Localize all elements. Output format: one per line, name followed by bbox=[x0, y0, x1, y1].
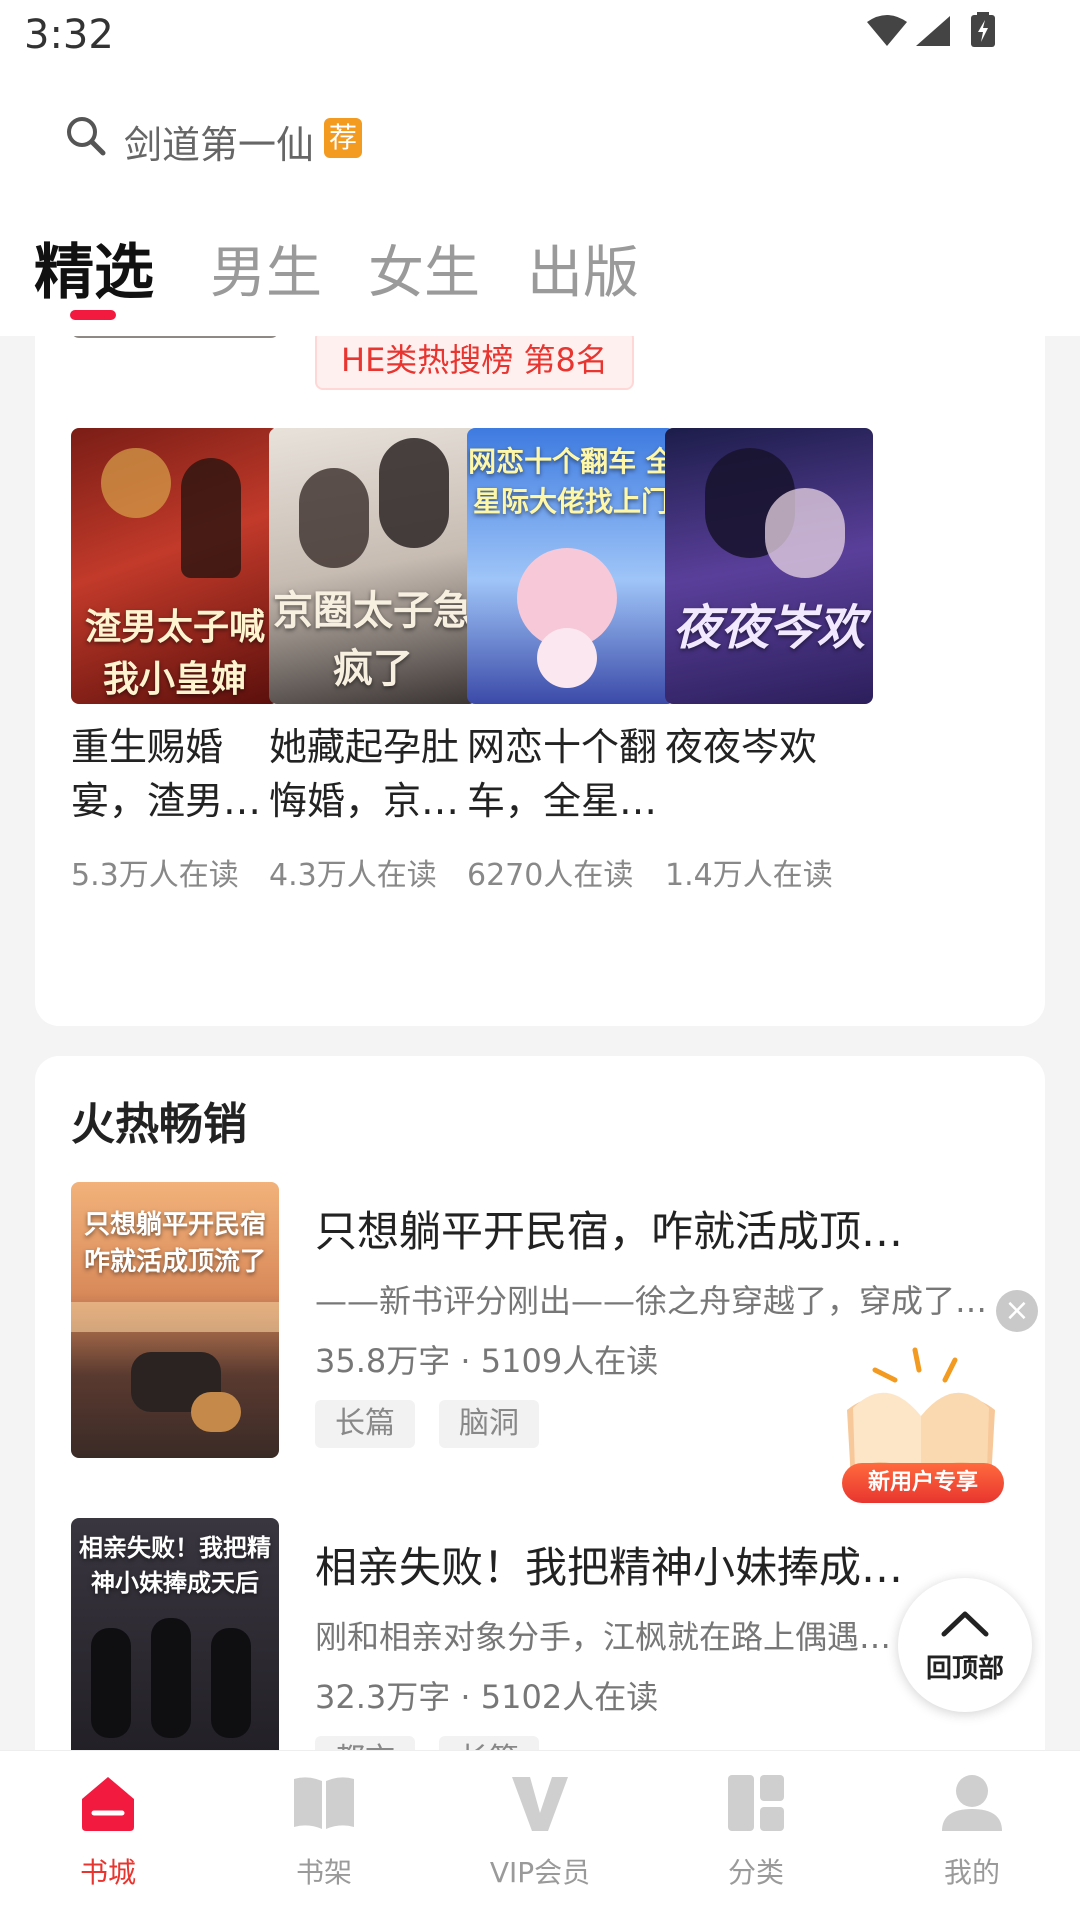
list-item[interactable]: 相亲失败！我把精神小妹捧成天后 相亲失败！我把精神小妹捧成… 刚和相亲对象分手，… bbox=[71, 1518, 1031, 1750]
content-scroll-area[interactable]: HE类热搜榜 第8名 渣男太子喊我小皇婶 重生赐婚宴，渣男… 5.3万人在读 京… bbox=[0, 336, 1080, 1750]
tab-indicator bbox=[70, 310, 116, 320]
recommend-card: HE类热搜榜 第8名 渣男太子喊我小皇婶 重生赐婚宴，渣男… 5.3万人在读 京… bbox=[35, 336, 1045, 1026]
bookstore-icon bbox=[82, 1777, 134, 1831]
back-to-top-button[interactable]: 回顶部 bbox=[898, 1578, 1032, 1712]
book-title: 只想躺平开民宿，咋就活成顶… bbox=[315, 1207, 904, 1256]
book-meta: 35.8万字 · 5109人在读 bbox=[315, 1342, 659, 1380]
cover-title: 只想躺平开民宿 咋就活成顶流了 bbox=[83, 1210, 266, 1277]
recommend-badge: 荐 bbox=[324, 118, 362, 158]
tab-female[interactable]: 女生 bbox=[368, 228, 480, 309]
cover-title: 京圈太子急疯了 bbox=[273, 587, 473, 692]
nav-label: 书城 bbox=[79, 1856, 136, 1889]
book-cover[interactable]: 京圈太子急疯了 bbox=[269, 428, 477, 704]
hot-rank-badge[interactable]: HE类热搜榜 第8名 bbox=[315, 336, 634, 390]
bottom-nav: 书城 书架 VIP会员 分类 我的 bbox=[0, 1750, 1080, 1921]
nav-vip[interactable]: VIP会员 bbox=[450, 1767, 630, 1891]
book-description: ——新书评分刚出——徐之舟穿越了，穿成了… bbox=[315, 1282, 988, 1320]
nav-category[interactable]: 分类 bbox=[666, 1767, 846, 1891]
book-cover[interactable]: 夜夜岑欢 bbox=[665, 428, 873, 704]
book-title: 相亲失败！我把精神小妹捧成… bbox=[315, 1543, 904, 1592]
book-readers: 6270人在读 bbox=[467, 858, 634, 893]
book-title: 重生赐婚宴，渣男… bbox=[71, 725, 262, 823]
section-title: 火热畅销 bbox=[71, 1099, 247, 1150]
book-title: 夜夜岑欢 bbox=[665, 725, 818, 769]
bookshelf-icon bbox=[294, 1777, 354, 1829]
nav-label: VIP会员 bbox=[489, 1856, 591, 1889]
new-user-badge[interactable]: 新用户专享 bbox=[842, 1463, 1004, 1503]
profile-icon bbox=[942, 1775, 1002, 1831]
book-item[interactable]: 京圈太子急疯了 她藏起孕肚悔婚，京… 4.3万人在读 bbox=[269, 428, 477, 894]
category-icon bbox=[728, 1775, 784, 1831]
cover-title: 相亲失败！我把精神小妹捧成天后 bbox=[79, 1533, 271, 1597]
search-placeholder[interactable]: 剑道第一仙 bbox=[124, 114, 314, 169]
search-icon bbox=[67, 117, 106, 156]
book-item[interactable]: 渣男太子喊我小皇婶 重生赐婚宴，渣男… 5.3万人在读 bbox=[71, 428, 279, 894]
tab-featured[interactable]: 精选 bbox=[34, 224, 154, 311]
vip-icon bbox=[512, 1777, 568, 1831]
nav-label: 分类 bbox=[727, 1856, 784, 1889]
cover-title: 渣男太子喊我小皇婶 bbox=[84, 606, 265, 700]
book-tag[interactable]: 长篇 bbox=[315, 1400, 415, 1448]
battery-icon bbox=[971, 12, 995, 47]
book-title: 她藏起孕肚悔婚，京… bbox=[269, 725, 460, 823]
book-readers: 4.3万人在读 bbox=[269, 858, 437, 893]
status-time: 3:32 bbox=[24, 12, 114, 58]
back-to-top-label: 回顶部 bbox=[925, 1654, 1004, 1684]
wifi-icon bbox=[867, 15, 907, 46]
book-readers: 1.4万人在读 bbox=[665, 858, 833, 893]
status-bar: 3:32 bbox=[0, 0, 1080, 72]
book-tag[interactable]: 长篇 bbox=[439, 1736, 539, 1750]
signal-icon bbox=[916, 16, 950, 46]
tab-male[interactable]: 男生 bbox=[210, 228, 322, 309]
book-meta: 32.3万字 · 5102人在读 bbox=[315, 1678, 659, 1716]
book-cover[interactable]: 渣男太子喊我小皇婶 bbox=[71, 428, 279, 704]
cover-title: 夜夜岑欢 bbox=[672, 600, 865, 656]
nav-bookstore[interactable]: 书城 bbox=[18, 1767, 198, 1891]
book-tag[interactable]: 都市 bbox=[315, 1736, 415, 1750]
close-promo-button[interactable]: × bbox=[996, 1290, 1038, 1332]
book-item[interactable]: 夜夜岑欢 夜夜岑欢 1.4万人在读 bbox=[665, 428, 873, 894]
book-cover[interactable]: 网恋十个翻车 全星际大佬找上门 bbox=[467, 428, 675, 704]
book-item[interactable]: 网恋十个翻车 全星际大佬找上门 网恋十个翻车，全星… 6270人在读 bbox=[467, 428, 675, 894]
book-readers: 5.3万人在读 bbox=[71, 858, 239, 893]
tab-publish[interactable]: 出版 bbox=[527, 228, 639, 309]
book-cover[interactable]: 只想躺平开民宿 咋就活成顶流了 bbox=[71, 1182, 279, 1458]
chevron-up-icon bbox=[941, 1611, 989, 1637]
book-cover[interactable]: 相亲失败！我把精神小妹捧成天后 bbox=[71, 1518, 279, 1750]
book-cover[interactable] bbox=[71, 336, 279, 338]
nav-profile[interactable]: 我的 bbox=[882, 1767, 1062, 1891]
nav-bookshelf[interactable]: 书架 bbox=[234, 1767, 414, 1891]
nav-label: 我的 bbox=[943, 1856, 1000, 1889]
book-title: 网恋十个翻车，全星… bbox=[467, 725, 658, 823]
nav-label: 书架 bbox=[295, 1856, 352, 1889]
cover-title: 网恋十个翻车 全星际大佬找上门 bbox=[468, 445, 674, 518]
book-tag[interactable]: 脑洞 bbox=[439, 1400, 539, 1448]
